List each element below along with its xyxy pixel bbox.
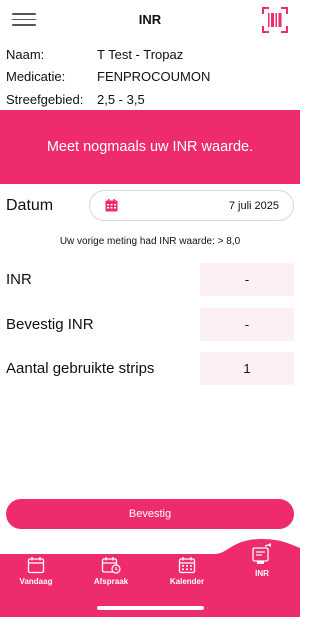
tab-inr[interactable]: INR (232, 542, 292, 584)
page-title: INR (138, 12, 162, 27)
medication-row: Medicatie: FENPROCOUMON (6, 66, 296, 89)
top-bar: INR (0, 0, 300, 40)
confirm-inr-input[interactable]: - (200, 308, 294, 341)
tab-afspraak[interactable]: Afspraak (81, 556, 141, 598)
previous-measurement-note: Uw vorige meting had INR waarde: > 8,0 (59, 236, 241, 247)
tab-kalender[interactable]: Kalender (157, 556, 217, 598)
remeasure-banner: Meet nogmaals uw INR waarde. (0, 110, 300, 184)
target-range-value: 2,5 - 3,5 (97, 91, 145, 107)
name-value: T Test - Tropaz (97, 46, 184, 62)
calendar-clock-icon (101, 557, 121, 574)
tab-afspraak-label: Afspraak (93, 577, 129, 586)
name-label: Naam: (6, 46, 45, 62)
date-picker[interactable]: 7 juli 2025 (89, 190, 294, 221)
date-label: Datum (6, 197, 54, 214)
date-value: 7 juli 2025 (228, 200, 279, 212)
patient-info: Naam: T Test - Tropaz Medicatie: FENPROC… (6, 43, 296, 111)
date-row: Datum 7 juli 2025 (6, 189, 295, 223)
confirm-button[interactable]: Bevestig (6, 499, 294, 529)
bottom-tab-bar: Vandaag Afspraak Kalender INR (0, 528, 300, 617)
strips-used-label: Aantal gebruikte strips (6, 360, 155, 377)
home-indicator (97, 606, 204, 610)
calendar-icon (105, 199, 118, 212)
barcode-scan-icon[interactable] (262, 7, 288, 33)
inr-row: INR - (6, 263, 294, 296)
patient-name-row: Naam: T Test - Tropaz (6, 43, 296, 66)
medication-value: FENPROCOUMON (97, 69, 211, 85)
calendar-icon (27, 557, 45, 574)
tab-vandaag-label: Vandaag (19, 577, 53, 586)
inr-meter-icon (252, 543, 271, 564)
target-range-row: Streefgebied: 2,5 - 3,5 (6, 88, 296, 111)
confirm-inr-label: Bevestig INR (6, 316, 94, 333)
strips-used-input[interactable]: 1 (200, 352, 294, 385)
inr-input[interactable]: - (200, 263, 294, 296)
confirm-inr-row: Bevestig INR - (6, 308, 294, 341)
tab-inr-label: INR (255, 569, 269, 578)
tab-kalender-label: Kalender (169, 577, 205, 586)
strips-used-row: Aantal gebruikte strips 1 (6, 352, 294, 385)
banner-text: Meet nogmaals uw INR waarde. (46, 139, 254, 155)
target-range-label: Streefgebied: (6, 91, 84, 107)
medication-label: Medicatie: (6, 69, 66, 85)
inr-label: INR (6, 271, 32, 288)
calendar-grid-icon (178, 557, 196, 574)
tab-vandaag[interactable]: Vandaag (6, 556, 66, 598)
